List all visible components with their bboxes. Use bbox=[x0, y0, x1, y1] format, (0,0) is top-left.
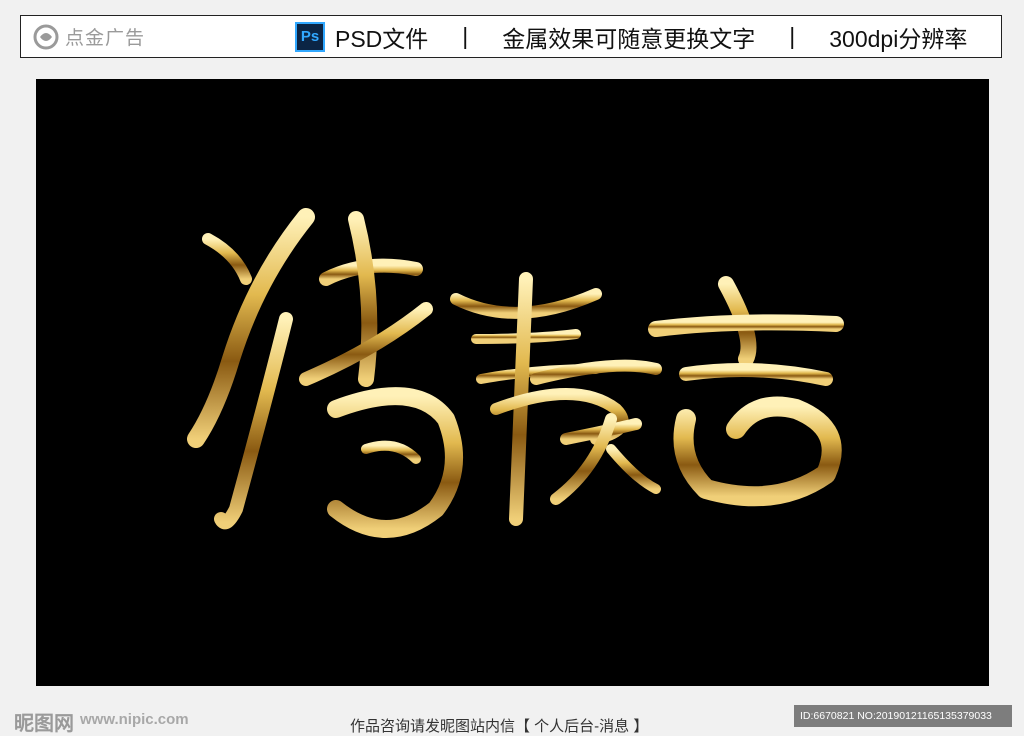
watermark-url[interactable]: www.nipic.com bbox=[80, 711, 189, 728]
gold-calligraphy-artwork bbox=[187, 208, 844, 538]
separator: | bbox=[789, 23, 796, 49]
watermark-logo: 昵图网 bbox=[14, 713, 74, 735]
footer: 昵图网 www.nipic.com 作品咨询请发昵图站内信【 个人后台-消息 】… bbox=[0, 705, 1024, 736]
photoshop-icon: Ps bbox=[295, 21, 325, 52]
file-type-label: PSD文件 bbox=[335, 25, 429, 52]
artwork-canvas bbox=[36, 79, 989, 686]
separator: | bbox=[462, 23, 469, 49]
feature-label: 金属效果可随意更换文字 bbox=[502, 25, 756, 52]
resolution-label: 300dpi分辨率 bbox=[829, 25, 968, 52]
brand: 点金广告 bbox=[33, 23, 273, 50]
image-id-badge: ID:6670821 NO:20190121165135379033 bbox=[794, 705, 1012, 727]
brand-name: 点金广告 bbox=[65, 28, 146, 49]
brand-logo-icon bbox=[33, 24, 59, 49]
contact-notice: 作品咨询请发昵图站内信【 个人后台-消息 】 bbox=[350, 718, 649, 735]
header-bar: 点金广告 Ps PSD文件 | 金属效果可随意更换文字 | 300dpi分辨率 bbox=[20, 15, 1002, 58]
